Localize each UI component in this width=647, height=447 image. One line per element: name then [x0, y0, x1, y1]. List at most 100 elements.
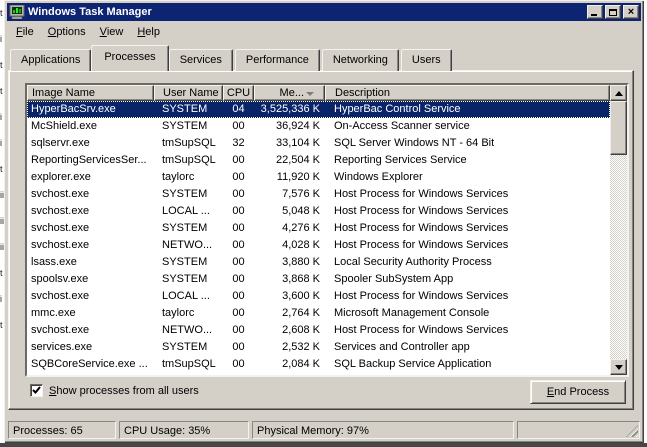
column-header-label: Me... [259, 87, 304, 100]
menu-bar: FileOptionsViewHelp [7, 22, 169, 41]
menu-item-view[interactable]: View [95, 24, 129, 40]
minimize-button[interactable] [587, 5, 603, 19]
cell-user-name: LOCAL ... [154, 288, 223, 305]
process-row[interactable]: McShield.exe SYSTEM 00 36,924 K On-Acces… [27, 118, 610, 135]
tab-processes[interactable]: Processes [91, 45, 168, 71]
cell-memory: 33,104 K [254, 135, 325, 152]
process-row[interactable]: svchost.exe NETWO... 00 4,028 K Host Pro… [27, 237, 610, 254]
cell-image-name: McShield.exe [27, 118, 154, 135]
process-row[interactable]: HyperBacSrv.exe SYSTEM 04 3,525,336 K Hy… [27, 101, 610, 118]
cell-memory: 4,276 K [254, 220, 325, 237]
show-all-users-checkbox[interactable] [30, 384, 43, 397]
cell-user-name: taylorc [154, 305, 223, 322]
task-manager-window: Windows Task Manager × FileOptionsViewHe… [4, 0, 644, 443]
cell-description: Local Security Authority Process [325, 254, 610, 271]
tab-performance[interactable]: Performance [235, 49, 320, 71]
end-process-button[interactable]: End Process [530, 380, 626, 404]
cell-image-name: SQBCoreService.exe ... [27, 356, 154, 373]
vertical-scrollbar[interactable] [610, 85, 627, 375]
column-header-imagename[interactable]: Image Name [27, 85, 154, 101]
tab-networking[interactable]: Networking [322, 49, 399, 71]
cell-description: Windows Explorer [325, 169, 610, 186]
cell-memory: 3,868 K [254, 271, 325, 288]
show-all-users-label[interactable]: Show processes from all users [49, 385, 199, 397]
process-row[interactable]: mmc.exe taylorc 00 2,764 K Microsoft Man… [27, 305, 610, 322]
column-header-me[interactable]: Me... [254, 85, 325, 101]
cell-image-name: svchost.exe [27, 237, 154, 254]
cell-user-name: SYSTEM [154, 220, 223, 237]
tab-strip: ApplicationsProcessesServicesPerformance… [10, 45, 454, 71]
cell-memory: 3,880 K [254, 254, 325, 271]
scrollbar-thumb[interactable] [610, 101, 627, 155]
scroll-up-button[interactable] [610, 85, 627, 101]
cell-cpu: 00 [223, 186, 254, 203]
status-physical-memory: Physical Memory: 97% [252, 421, 514, 439]
cell-image-name: spoolsv.exe [27, 271, 154, 288]
process-row[interactable]: sqlservr.exe tmSupSQL 32 33,104 K SQL Se… [27, 135, 610, 152]
column-header-username[interactable]: User Name [154, 85, 223, 101]
cell-memory: 36,924 K [254, 118, 325, 135]
cell-cpu: 32 [223, 135, 254, 152]
title-bar[interactable]: Windows Task Manager × [7, 3, 641, 21]
tab-applications[interactable]: Applications [10, 49, 91, 71]
cell-user-name: SYSTEM [154, 271, 223, 288]
cell-image-name: svchost.exe [27, 288, 154, 305]
process-row[interactable]: svchost.exe NETWO... 00 2,608 K Host Pro… [27, 322, 610, 339]
window-controls: × [585, 5, 639, 19]
resize-grip[interactable] [626, 425, 638, 437]
process-row[interactable]: svchost.exe LOCAL ... 00 3,600 K Host Pr… [27, 288, 610, 305]
cell-user-name: NETWO... [154, 322, 223, 339]
cell-image-name: ReportingServicesSer... [27, 152, 154, 169]
process-row[interactable]: svchost.exe SYSTEM 00 4,276 K Host Proce… [27, 220, 610, 237]
status-processes: Processes: 65 [8, 421, 116, 439]
cell-memory: 3,600 K [254, 288, 325, 305]
cell-image-name: mmc.exe [27, 305, 154, 322]
close-button[interactable]: × [623, 5, 639, 19]
tab-users[interactable]: Users [401, 49, 452, 71]
cell-description: Host Process for Windows Services [325, 220, 610, 237]
process-row[interactable]: spoolsv.exe SYSTEM 00 3,868 K Spooler Su… [27, 271, 610, 288]
cell-memory: 2,608 K [254, 322, 325, 339]
process-row[interactable]: svchost.exe LOCAL ... 00 5,048 K Host Pr… [27, 203, 610, 220]
process-row[interactable]: lsass.exe SYSTEM 00 3,880 K Local Securi… [27, 254, 610, 271]
column-header-label: Description [335, 87, 609, 100]
menu-item-file[interactable]: File [11, 24, 39, 40]
menu-item-options[interactable]: Options [43, 24, 91, 40]
screen: titti itiiiiiitit Windows Task Manager ×… [0, 0, 647, 447]
cell-description: SQL Backup Service Application [325, 356, 610, 373]
process-row[interactable]: explorer.exe taylorc 00 11,920 K Windows… [27, 169, 610, 186]
task-manager-app-icon [9, 5, 25, 19]
cell-user-name: NETWO... [154, 237, 223, 254]
column-header-description[interactable]: Description [325, 85, 610, 101]
column-header-label: CPU [224, 87, 253, 100]
cell-image-name: explorer.exe [27, 169, 154, 186]
cell-cpu: 00 [223, 203, 254, 220]
menu-item-help[interactable]: Help [132, 24, 165, 40]
cell-memory: 7,576 K [254, 186, 325, 203]
process-row[interactable]: ReportingServicesSer... tmSupSQL 00 22,5… [27, 152, 610, 169]
cell-user-name: taylorc [154, 169, 223, 186]
cell-user-name: tmSupSQL [154, 152, 223, 169]
cell-memory: 2,084 K [254, 356, 325, 373]
checkmark-icon [32, 386, 41, 395]
cell-description: Host Process for Windows Services [325, 203, 610, 220]
cell-cpu: 00 [223, 152, 254, 169]
scroll-down-button[interactable] [610, 359, 627, 375]
scroll-up-icon [615, 91, 623, 96]
cell-memory: 22,504 K [254, 152, 325, 169]
cell-description: Reporting Services Service [325, 152, 610, 169]
cell-user-name: SYSTEM [154, 339, 223, 356]
process-row[interactable]: services.exe SYSTEM 00 2,532 K Services … [27, 339, 610, 356]
process-row[interactable]: svchost.exe SYSTEM 00 7,576 K Host Proce… [27, 186, 610, 203]
cell-memory: 2,532 K [254, 339, 325, 356]
cell-memory: 2,764 K [254, 305, 325, 322]
cell-description: Host Process for Windows Services [325, 322, 610, 339]
window-title: Windows Task Manager [28, 6, 152, 18]
column-header-cpu[interactable]: CPU [223, 85, 254, 101]
maximize-button[interactable] [605, 5, 621, 19]
cell-memory: 4,028 K [254, 237, 325, 254]
tab-services[interactable]: Services [169, 49, 233, 71]
cell-cpu: 00 [223, 220, 254, 237]
process-row[interactable]: SQBCoreService.exe ... tmSupSQL 00 2,084… [27, 356, 610, 373]
process-list-header: Image NameUser NameCPU Me... Description [27, 85, 610, 101]
